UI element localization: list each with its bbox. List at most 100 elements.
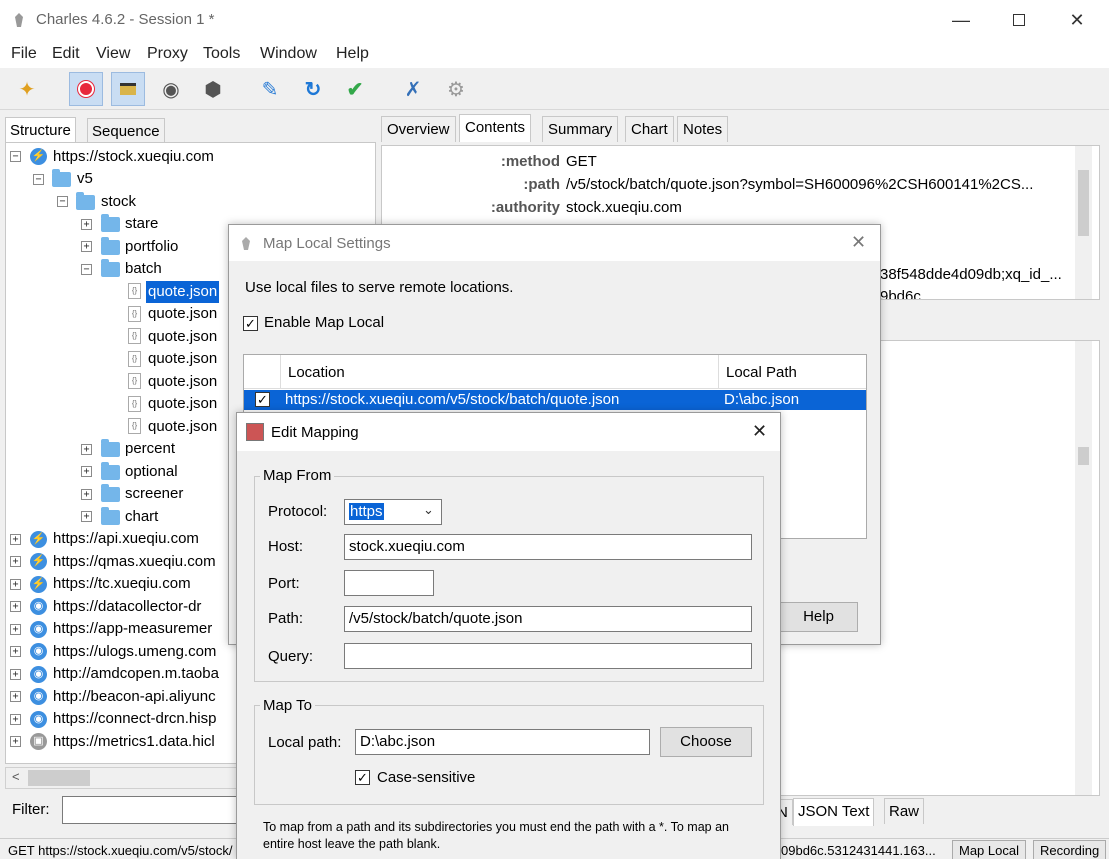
collapse-toggle[interactable]: − [81, 264, 92, 275]
expand-toggle[interactable]: + [10, 579, 21, 590]
menu-proxy[interactable]: Proxy [147, 45, 188, 63]
tree-folder-percent[interactable]: percent [125, 438, 175, 460]
tab-json-text[interactable]: JSON Text [793, 798, 875, 826]
enable-map-local-checkbox[interactable]: ✓ [243, 316, 258, 331]
expand-toggle[interactable]: + [10, 691, 21, 702]
tree-host-root[interactable]: https://stock.xueqiu.com [53, 146, 214, 168]
tab-structure[interactable]: Structure [5, 117, 76, 143]
tree-folder-chart[interactable]: chart [125, 506, 158, 528]
tree-host[interactable]: https://tc.xueqiu.com [53, 573, 191, 595]
collapse-toggle[interactable]: − [33, 174, 44, 185]
compose-button[interactable]: ✎ [253, 72, 287, 106]
headers-vertical-scrollbar[interactable] [1075, 146, 1092, 299]
menu-tools[interactable]: Tools [203, 45, 240, 63]
close-icon[interactable]: ✕ [752, 421, 767, 442]
collapse-toggle[interactable]: − [10, 151, 21, 162]
expand-toggle[interactable]: + [81, 489, 92, 500]
row-enabled-checkbox[interactable]: ✓ [255, 392, 270, 407]
tab-notes[interactable]: Notes [677, 116, 729, 142]
local-path-input[interactable]: D:\abc.json [355, 729, 650, 755]
filter-input[interactable] [62, 796, 242, 824]
expand-toggle[interactable]: + [10, 556, 21, 567]
tree-host[interactable]: https://metrics1.data.hicl [53, 731, 215, 753]
tree-file-selected[interactable]: quote.json [146, 281, 220, 303]
tree-folder-v5[interactable]: v5 [77, 168, 93, 190]
expand-toggle[interactable]: + [10, 714, 21, 725]
tree-host[interactable]: http://amdcopen.m.taoba [53, 663, 219, 685]
expand-toggle[interactable]: + [10, 534, 21, 545]
tab-contents[interactable]: Contents [459, 114, 532, 142]
tree-folder-batch[interactable]: batch [125, 258, 162, 280]
expand-toggle[interactable]: + [81, 241, 92, 252]
port-input[interactable] [344, 570, 434, 596]
clear-session-button[interactable]: ✦ [10, 72, 44, 106]
collapse-toggle[interactable]: − [57, 196, 68, 207]
tree-file[interactable]: quote.json [148, 303, 217, 325]
tools-button[interactable]: ✗ [396, 72, 430, 106]
expand-toggle[interactable]: + [10, 624, 21, 635]
tab-sequence[interactable]: Sequence [87, 118, 165, 144]
query-input[interactable] [344, 643, 752, 669]
tab-summary[interactable]: Summary [542, 116, 619, 142]
tree-folder-stock[interactable]: stock [101, 191, 136, 213]
tree-host[interactable]: http://beacon-api.aliyunc [53, 686, 216, 708]
tab-chart[interactable]: Chart [625, 116, 674, 142]
menu-window[interactable]: Window [260, 45, 317, 63]
repeat-button[interactable]: ↻ [296, 72, 330, 106]
tree-file[interactable]: quote.json [148, 348, 217, 370]
scroll-thumb[interactable] [1078, 170, 1089, 236]
tree-folder-screener[interactable]: screener [125, 483, 183, 505]
tree-host[interactable]: https://ulogs.umeng.com [53, 641, 216, 663]
expand-toggle[interactable]: + [10, 646, 21, 657]
tree-file[interactable]: quote.json [148, 371, 217, 393]
tree-folder-stare[interactable]: stare [125, 213, 158, 235]
choose-button[interactable]: Choose [660, 727, 752, 757]
maximize-button[interactable] [996, 6, 1042, 34]
tab-raw[interactable]: Raw [884, 798, 925, 824]
scroll-thumb[interactable] [1078, 447, 1089, 465]
host-input[interactable]: stock.xueqiu.com [344, 534, 752, 560]
tree-file[interactable]: quote.json [148, 416, 217, 438]
expand-toggle[interactable]: + [81, 466, 92, 477]
recording-status-button[interactable]: Recording [1033, 840, 1107, 859]
tree-folder-portfolio[interactable]: portfolio [125, 236, 178, 258]
expand-toggle[interactable]: + [10, 601, 21, 612]
tree-host[interactable]: https://api.xueqiu.com [53, 528, 199, 550]
help-button[interactable]: Help [779, 602, 858, 632]
tree-host[interactable]: https://datacollector-dr [53, 596, 201, 618]
map-local-status-button[interactable]: Map Local [952, 840, 1026, 859]
body-vertical-scrollbar[interactable] [1075, 341, 1092, 795]
column-local-path[interactable]: Local Path [726, 364, 797, 381]
minimize-button[interactable]: — [938, 6, 984, 34]
close-icon[interactable]: ✕ [851, 232, 866, 253]
tree-folder-optional[interactable]: optional [125, 461, 178, 483]
table-row[interactable]: ✓ https://stock.xueqiu.com/v5/stock/batc… [244, 390, 866, 410]
expand-toggle[interactable]: + [81, 511, 92, 522]
expand-toggle[interactable]: + [81, 219, 92, 230]
protocol-select[interactable]: https ⌄ [344, 499, 442, 525]
tree-host[interactable]: https://qmas.xueqiu.com [53, 551, 216, 573]
close-window-button[interactable]: ✕ [1054, 6, 1100, 34]
tree-host[interactable]: https://app-measuremer [53, 618, 212, 640]
menu-view[interactable]: View [96, 45, 130, 63]
column-location[interactable]: Location [288, 364, 345, 381]
menu-edit[interactable]: Edit [52, 45, 80, 63]
tree-file[interactable]: quote.json [148, 326, 217, 348]
expand-toggle[interactable]: + [10, 669, 21, 680]
record-button[interactable] [69, 72, 103, 106]
tab-overview[interactable]: Overview [381, 116, 456, 142]
menu-help[interactable]: Help [336, 45, 369, 63]
settings-button[interactable]: ⚙ [439, 72, 473, 106]
menu-file[interactable]: File [11, 45, 37, 63]
path-input[interactable]: /v5/stock/batch/quote.json [344, 606, 752, 632]
case-sensitive-checkbox[interactable]: ✓ [355, 770, 370, 785]
tree-file[interactable]: quote.json [148, 393, 217, 415]
expand-toggle[interactable]: + [10, 736, 21, 747]
scroll-thumb[interactable] [28, 770, 90, 786]
throttle-button[interactable]: ◉ [154, 72, 188, 106]
breakpoints-button[interactable]: ⬢ [196, 72, 230, 106]
validate-button[interactable]: ✔ [338, 72, 372, 106]
tree-host[interactable]: https://connect-drcn.hisp [53, 708, 216, 730]
ssl-proxying-button[interactable] [111, 72, 145, 106]
expand-toggle[interactable]: + [81, 444, 92, 455]
